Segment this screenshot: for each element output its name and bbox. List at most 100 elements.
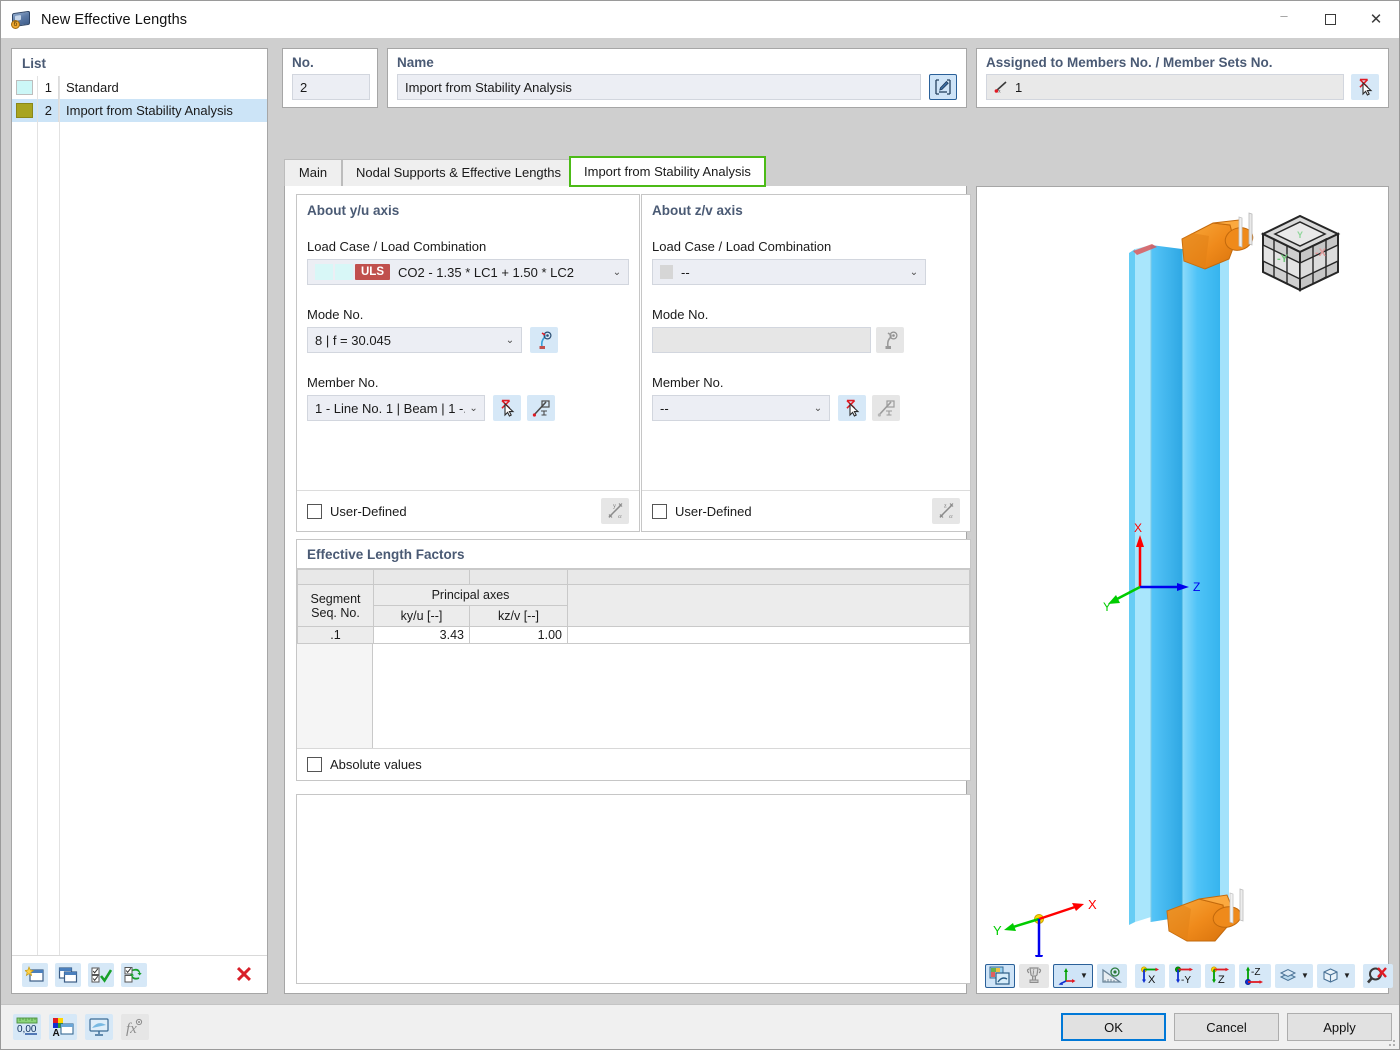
mode-combo-z[interactable] xyxy=(652,327,871,353)
group-about-y-axis: About y/u axis Load Case / Load Combinat… xyxy=(296,194,640,532)
member-detail-button-y[interactable] xyxy=(527,395,555,421)
assigned-value: 1 xyxy=(1015,80,1022,95)
render-mode-button[interactable] xyxy=(985,964,1015,988)
color-swatch xyxy=(12,99,37,122)
member-pick-button-z[interactable] xyxy=(838,395,866,421)
tab-import-stability[interactable]: Import from Stability Analysis xyxy=(569,156,766,187)
effective-length-factors-table: Segment Seq. No. Principal axes ky/u [--… xyxy=(297,569,970,644)
tab-main[interactable]: Main xyxy=(284,159,342,186)
tab-nodal-supports[interactable]: Nodal Supports & Effective Lengths xyxy=(342,159,575,186)
chevron-down-icon: ⌄ xyxy=(905,267,923,278)
close-button[interactable]: ✕ xyxy=(1353,1,1399,38)
view-minus-y-button[interactable]: -Y xyxy=(1169,964,1201,988)
select-all-button[interactable] xyxy=(88,963,114,987)
decimal-places-button[interactable]: 0,00 xyxy=(13,1014,41,1040)
invert-selection-button[interactable] xyxy=(121,963,147,987)
effective-length-y-icon: y cr xyxy=(606,502,625,520)
absolute-values-checkbox[interactable] xyxy=(307,757,322,772)
member-pick-button-y[interactable] xyxy=(493,395,521,421)
group-y-title: About y/u axis xyxy=(297,195,639,218)
maximize-button[interactable] xyxy=(1307,1,1353,38)
lower-info-panel xyxy=(296,794,971,984)
list-panel-header: List xyxy=(12,49,267,76)
mode-view-button-z[interactable] xyxy=(876,327,904,353)
load-case-value-y: CO2 - 1.35 * LC1 + 1.50 * LC2 xyxy=(398,265,574,280)
chevron-down-icon: ⌄ xyxy=(465,403,482,414)
cell-kz[interactable]: 1.00 xyxy=(470,627,568,644)
table-row[interactable]: .1 3.43 1.00 xyxy=(298,627,970,644)
cell-ky[interactable]: 3.43 xyxy=(374,627,470,644)
decimals-000-icon: 0,00 xyxy=(16,1017,38,1037)
svg-text:z: z xyxy=(944,504,947,510)
view-minus-z-button[interactable]: -Z xyxy=(1239,964,1271,988)
checkbox-swap-icon xyxy=(124,966,145,984)
list-item-number: 1 xyxy=(37,76,59,99)
view-settings-button[interactable] xyxy=(85,1014,113,1040)
effective-length-z-button[interactable]: z cr xyxy=(932,498,960,524)
axis-system-button[interactable]: ▼ xyxy=(1053,964,1093,988)
load-case-swatch-z xyxy=(660,265,673,279)
view-direction-button[interactable] xyxy=(1097,964,1127,988)
resize-grip[interactable] xyxy=(1384,1035,1396,1047)
effective-length-factors-title: Effective Length Factors xyxy=(297,540,970,568)
member-detail-icon xyxy=(532,399,551,417)
mode-view-button-y[interactable] xyxy=(530,327,558,353)
load-case-swatch-2 xyxy=(335,264,353,280)
member-label-z: Member No. xyxy=(652,375,724,390)
chevron-down-icon: ⌄ xyxy=(608,267,626,278)
minimize-button[interactable]: – xyxy=(1261,1,1307,38)
list-item-label: Standard xyxy=(59,80,119,95)
copy-entry-button[interactable] xyxy=(55,963,81,987)
dialog-body: List 1 Standard 2 Import from Stability … xyxy=(1,38,1399,1004)
ok-button[interactable]: OK xyxy=(1061,1013,1166,1041)
cancel-button[interactable]: Cancel xyxy=(1174,1013,1279,1041)
user-defined-checkbox-y[interactable] xyxy=(307,504,322,519)
svg-text:-Z: -Z xyxy=(1251,967,1260,978)
load-case-combo-z[interactable]: -- ⌄ xyxy=(652,259,926,285)
name-edit-button[interactable] xyxy=(929,74,957,100)
model-viewport[interactable]: -Y -X Y xyxy=(976,186,1389,994)
list-item[interactable]: 1 Standard xyxy=(12,76,267,99)
delete-entry-button[interactable]: ✕ xyxy=(231,963,257,987)
load-case-value-z: -- xyxy=(681,265,690,280)
color-legend-icon: A xyxy=(52,1017,74,1037)
formula-button[interactable]: fx xyxy=(121,1014,149,1040)
load-case-badge: ULS xyxy=(355,264,390,280)
apply-button[interactable]: Apply xyxy=(1287,1013,1392,1041)
member-combo-z[interactable]: -- ⌄ xyxy=(652,395,830,421)
layers-button[interactable]: ▼ xyxy=(1275,964,1313,988)
effective-lengths-icon: 6 xyxy=(11,9,33,31)
col-kz-header: kz/v [--] xyxy=(470,606,568,627)
user-defined-label-z: User-Defined xyxy=(675,504,752,519)
effective-length-y-button[interactable]: y cr xyxy=(601,498,629,524)
effective-length-factors-box: Effective Length Factors Segment Seq. N xyxy=(296,539,971,781)
box-view-button[interactable]: ▼ xyxy=(1317,964,1355,988)
axis-label-y-corner: Y xyxy=(993,923,1002,938)
member-detail-button-z[interactable] xyxy=(872,395,900,421)
bottom-bar: 0,00 A xyxy=(1,1004,1399,1049)
assigned-pick-button[interactable] xyxy=(1351,74,1379,100)
zoom-reset-button[interactable] xyxy=(1363,964,1393,988)
mode-view-icon xyxy=(881,331,900,350)
edit-pencil-icon xyxy=(934,79,952,95)
number-field-box: No. 2 xyxy=(282,48,378,108)
list-item[interactable]: 2 Import from Stability Analysis xyxy=(12,99,267,122)
red-x-icon: ✕ xyxy=(235,964,253,986)
load-case-combo-y[interactable]: ULS CO2 - 1.35 * LC1 + 1.50 * LC2 ⌄ xyxy=(307,259,629,285)
member-combo-y[interactable]: 1 - Line No. 1 | Beam | 1 -... ⌄ xyxy=(307,395,485,421)
user-defined-label-y: User-Defined xyxy=(330,504,407,519)
number-input[interactable]: 2 xyxy=(292,74,370,100)
display-properties-button[interactable]: A xyxy=(49,1014,77,1040)
col-ky-header: ky/u [--] xyxy=(374,606,470,627)
mode-combo-y[interactable]: 8 | f = 30.045 ⌄ xyxy=(307,327,522,353)
effective-length-z-icon: z cr xyxy=(937,502,956,520)
window-controls: – ✕ xyxy=(1261,1,1399,38)
view-z-button[interactable]: Z xyxy=(1205,964,1235,988)
assigned-input[interactable]: x 1 xyxy=(986,74,1344,100)
view-z-icon: Z xyxy=(1209,966,1231,985)
new-entry-button[interactable] xyxy=(22,963,48,987)
name-input[interactable]: Import from Stability Analysis xyxy=(397,74,921,100)
view-x-button[interactable]: X xyxy=(1135,964,1165,988)
user-defined-checkbox-z[interactable] xyxy=(652,504,667,519)
info-button[interactable]: i xyxy=(1019,964,1049,988)
